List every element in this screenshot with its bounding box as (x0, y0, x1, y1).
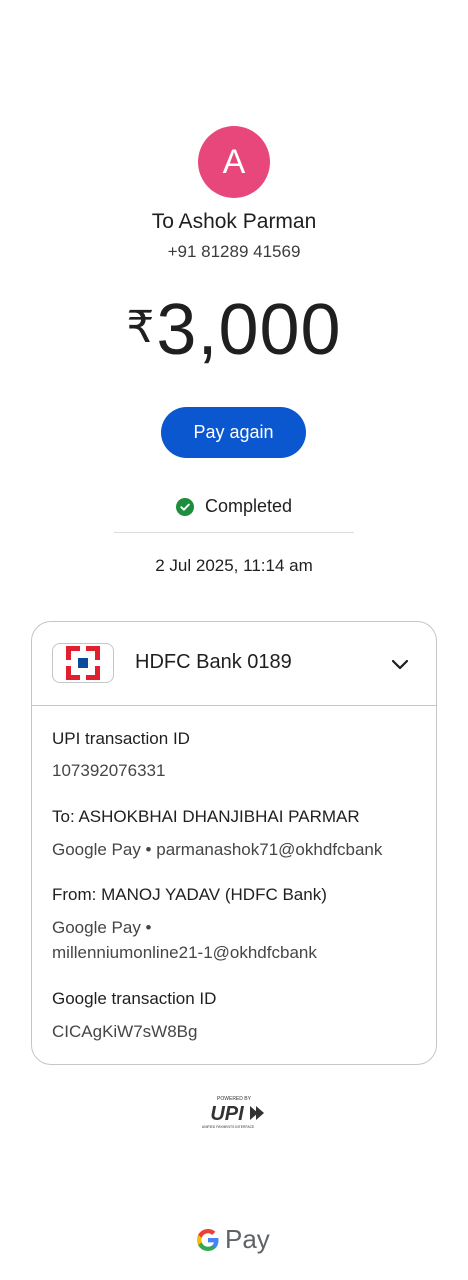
gpay-pay-text: Pay (225, 1224, 270, 1254)
bank-account-name: HDFC Bank 0189 (135, 651, 292, 673)
chevron-down-icon[interactable] (388, 652, 412, 676)
recipient-name: To Ashok Parman (151, 210, 317, 233)
to-upi-id-value: Google Pay • parmanashok71@okhdfcbank (52, 840, 383, 859)
divider (114, 532, 354, 533)
amount-value: 3,000 (156, 290, 342, 370)
google-transaction-id-value: CICAgKiW7sW8Bg (52, 1022, 198, 1041)
pay-again-button[interactable]: Pay again (161, 407, 306, 458)
recipient-avatar: A (198, 126, 270, 198)
google-pay-logo: Pay (195, 1224, 270, 1255)
upi-logo-text: UPI (210, 1103, 244, 1125)
from-account-label: From: MANOJ YADAV (HDFC Bank) (52, 885, 327, 904)
check-circle-icon (175, 497, 194, 516)
payment-status: Completed (0, 496, 468, 517)
upi-powered-by-text: POWERED BY (217, 1096, 252, 1102)
from-upi-id-line1: Google Pay • (52, 918, 152, 937)
to-account-label: To: ASHOKBHAI DHANJIBHAI PARMAR (52, 807, 360, 826)
currency-symbol: ₹ (126, 303, 155, 352)
upi-transaction-id-label: UPI transaction ID (52, 729, 190, 748)
status-text: Completed (204, 496, 293, 516)
transaction-details-card: HDFC Bank 0189 UPI transaction ID 107392… (31, 621, 437, 1065)
hdfc-bank-logo (52, 643, 114, 683)
payment-receipt-screen: A To Ashok Parman +91 81289 41569 ₹ 3,00… (0, 0, 468, 1280)
from-upi-id-line2: millenniumonline21-1@okhdfcbank (52, 943, 317, 962)
transaction-datetime: 2 Jul 2025, 11:14 am (155, 556, 313, 575)
avatar-letter: A (222, 142, 246, 181)
upi-transaction-id-value: 107392076331 (52, 761, 166, 780)
upi-tagline: UNIFIED PAYMENTS INTERFACE (202, 1125, 255, 1129)
bank-account-header[interactable]: HDFC Bank 0189 (32, 622, 436, 706)
google-g-icon (197, 1228, 219, 1251)
recipient-phone: +91 81289 41569 (167, 242, 301, 261)
google-transaction-id-label: Google transaction ID (52, 989, 217, 1008)
upi-logo: POWERED BY UPI UNIFIED PAYMENTS INTERFAC… (198, 1094, 270, 1130)
payment-amount: ₹ 3,000 (0, 290, 468, 370)
